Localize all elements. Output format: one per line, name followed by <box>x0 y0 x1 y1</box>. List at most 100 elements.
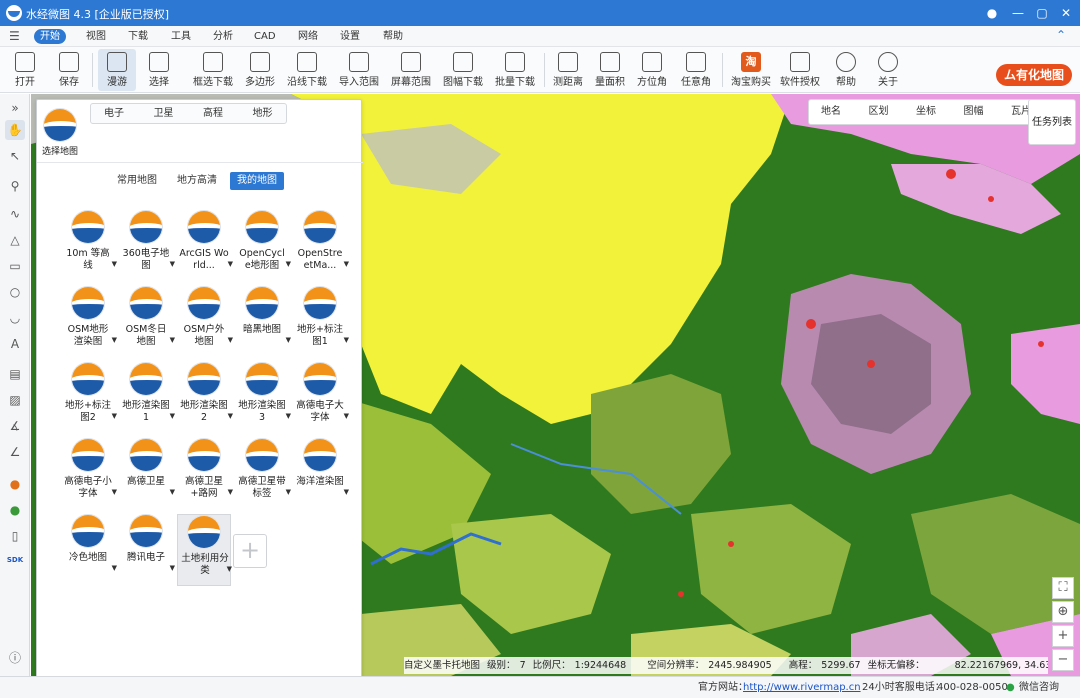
license-button[interactable]: 软件授权 <box>780 49 820 91</box>
ruler-icon[interactable]: ▤ <box>5 364 25 384</box>
jp-icon[interactable]: ● <box>5 500 25 520</box>
select-map-button[interactable]: 选择地图 <box>42 108 78 157</box>
map-item[interactable]: 高德电子小字体 ▼ <box>61 438 117 510</box>
map-item[interactable]: OpenCycle地形图 ▼ <box>235 210 291 282</box>
fullscreen-icon[interactable]: ⛶ <box>1052 577 1074 599</box>
map-item[interactable]: 暗黑地图 ▼ <box>235 286 291 358</box>
type-electronic[interactable]: 电子 <box>91 104 137 123</box>
tool-coordinate[interactable]: 坐标 <box>904 100 948 124</box>
azimuth-button[interactable]: 方位角 <box>634 49 670 91</box>
map-item[interactable]: 高德卫星+路网 ▼ <box>177 438 233 510</box>
circle-icon[interactable]: ○ <box>5 282 25 302</box>
map-item[interactable]: OSM冬日地图 ▼ <box>119 286 175 358</box>
expand-icon[interactable]: » <box>5 98 25 118</box>
menu-analysis[interactable]: 分析 <box>207 29 239 44</box>
import-range-button[interactable]: 导入范围 <box>336 49 382 91</box>
map-item[interactable]: 高德卫星 ▼ <box>119 438 175 510</box>
caret-down-icon[interactable]: ▼ <box>286 412 291 420</box>
caret-down-icon[interactable]: ▼ <box>170 412 175 420</box>
minimize-icon[interactable]: — <box>1008 3 1028 23</box>
caret-down-icon[interactable]: ▼ <box>112 488 117 496</box>
screen-range-button[interactable]: 屏幕范围 <box>388 49 434 91</box>
menu-start[interactable]: 开始 <box>34 29 66 44</box>
caret-down-icon[interactable]: ▼ <box>344 488 349 496</box>
map-item[interactable]: 地形+标注图2 ▼ <box>61 362 117 434</box>
caret-down-icon[interactable]: ▼ <box>286 260 291 268</box>
pan-button[interactable]: 漫游 <box>98 49 136 91</box>
caret-down-icon[interactable]: ▼ <box>170 488 175 496</box>
caret-down-icon[interactable]: ▼ <box>112 260 117 268</box>
caret-down-icon[interactable]: ▼ <box>286 488 291 496</box>
caret-down-icon[interactable]: ▼ <box>170 564 175 572</box>
cursor-icon[interactable]: ↖ <box>5 146 25 166</box>
caret-down-icon[interactable]: ▼ <box>170 260 175 268</box>
measure-distance-button[interactable]: 测距离 <box>550 49 586 91</box>
map-item[interactable]: 地形+标注图1 ▼ <box>293 286 349 358</box>
map-item[interactable]: ArcGIS World... ▼ <box>177 210 233 282</box>
menu-network[interactable]: 网络 <box>292 29 324 44</box>
zoom-in-icon[interactable]: + <box>1052 625 1074 647</box>
tool-sheet[interactable]: 图幅 <box>952 100 996 124</box>
rect-download-button[interactable]: 框选下载 <box>190 49 236 91</box>
caret-down-icon[interactable]: ▼ <box>112 564 117 572</box>
tab-my-maps[interactable]: 我的地图 <box>230 172 284 190</box>
brand-logo[interactable]: ム有化地图 <box>995 64 1072 86</box>
caret-down-icon[interactable]: ▼ <box>344 412 349 420</box>
wechat-consult[interactable]: 微信咨询 <box>1019 677 1059 699</box>
text-icon[interactable]: A <box>5 334 25 354</box>
menu-view[interactable]: 视图 <box>80 29 112 44</box>
tab-common-maps[interactable]: 常用地图 <box>110 172 164 190</box>
caret-down-icon[interactable]: ▼ <box>228 488 233 496</box>
taobao-buy-button[interactable]: 淘淘宝购买 <box>728 49 774 91</box>
azimuth-icon[interactable]: ∡ <box>5 416 25 436</box>
user-icon[interactable]: ● <box>982 3 1002 23</box>
type-terrain[interactable]: 地形 <box>240 104 286 123</box>
area-icon[interactable]: ▨ <box>5 390 25 410</box>
site-link[interactable]: http://www.rivermap.cn <box>743 677 861 699</box>
collapse-ribbon-icon[interactable]: ⌃ <box>1056 28 1066 42</box>
map-item[interactable]: 海洋渲染图 ▼ <box>293 438 349 510</box>
map-item[interactable]: 地形渲染图2 ▼ <box>177 362 233 434</box>
caret-down-icon[interactable]: ▼ <box>344 260 349 268</box>
tool-place-name[interactable]: 地名 <box>809 100 853 124</box>
tab-local-hd[interactable]: 地方高清 <box>170 172 224 190</box>
select-button[interactable]: 选择 <box>142 49 176 91</box>
about-button[interactable]: 关于 <box>872 49 904 91</box>
caret-down-icon[interactable]: ▼ <box>286 336 291 344</box>
wechat-icon[interactable]: ● <box>1006 677 1015 699</box>
add-map-button[interactable]: + <box>233 534 267 568</box>
menu-settings[interactable]: 设置 <box>334 29 366 44</box>
caret-down-icon[interactable]: ▼ <box>228 336 233 344</box>
batch-download-button[interactable]: 批量下载 <box>492 49 538 91</box>
close-icon[interactable]: ✕ <box>1056 3 1076 23</box>
map-item[interactable]: 腾讯电子 ▼ <box>119 514 175 586</box>
hamburger-icon[interactable]: ☰ <box>9 29 20 43</box>
caret-down-icon[interactable]: ▼ <box>228 412 233 420</box>
line-download-button[interactable]: 沿线下载 <box>284 49 330 91</box>
type-satellite[interactable]: 卫星 <box>141 104 187 123</box>
menu-download[interactable]: 下载 <box>122 29 154 44</box>
map-item[interactable]: 高德卫星带标签 ▼ <box>235 438 291 510</box>
map-item[interactable]: 地形渲染图1 ▼ <box>119 362 175 434</box>
sdk-icon[interactable]: SDK <box>5 550 25 570</box>
help-icon[interactable]: ⓘ <box>5 648 25 668</box>
caret-down-icon[interactable]: ▼ <box>228 260 233 268</box>
maximize-icon[interactable]: ▢ <box>1032 3 1052 23</box>
map-item[interactable]: OSM户外地图 ▼ <box>177 286 233 358</box>
map-item[interactable]: 土地利用分类 ▼ <box>177 514 232 586</box>
caret-down-icon[interactable]: ▼ <box>170 336 175 344</box>
rectangle-icon[interactable]: ▭ <box>5 256 25 276</box>
map-item[interactable]: 冷色地图 ▼ <box>61 514 117 586</box>
zoom-out-icon[interactable]: − <box>1052 649 1074 671</box>
menu-tools[interactable]: 工具 <box>165 29 197 44</box>
angle-icon[interactable]: ∠ <box>5 442 25 462</box>
save-button[interactable]: 保存 <box>52 49 86 91</box>
point-marker-icon[interactable]: ⚲ <box>5 176 25 196</box>
help-button[interactable]: 帮助 <box>830 49 862 91</box>
open-button[interactable]: 打开 <box>8 49 42 91</box>
map-item[interactable]: 10m 等高线 ▼ <box>61 210 117 282</box>
map-source-icon[interactable]: ● <box>5 474 25 494</box>
map-item[interactable]: OSM地形渲染图 ▼ <box>61 286 117 358</box>
map-item[interactable]: 360电子地图 ▼ <box>119 210 175 282</box>
arc-icon[interactable]: ◡ <box>5 308 25 328</box>
